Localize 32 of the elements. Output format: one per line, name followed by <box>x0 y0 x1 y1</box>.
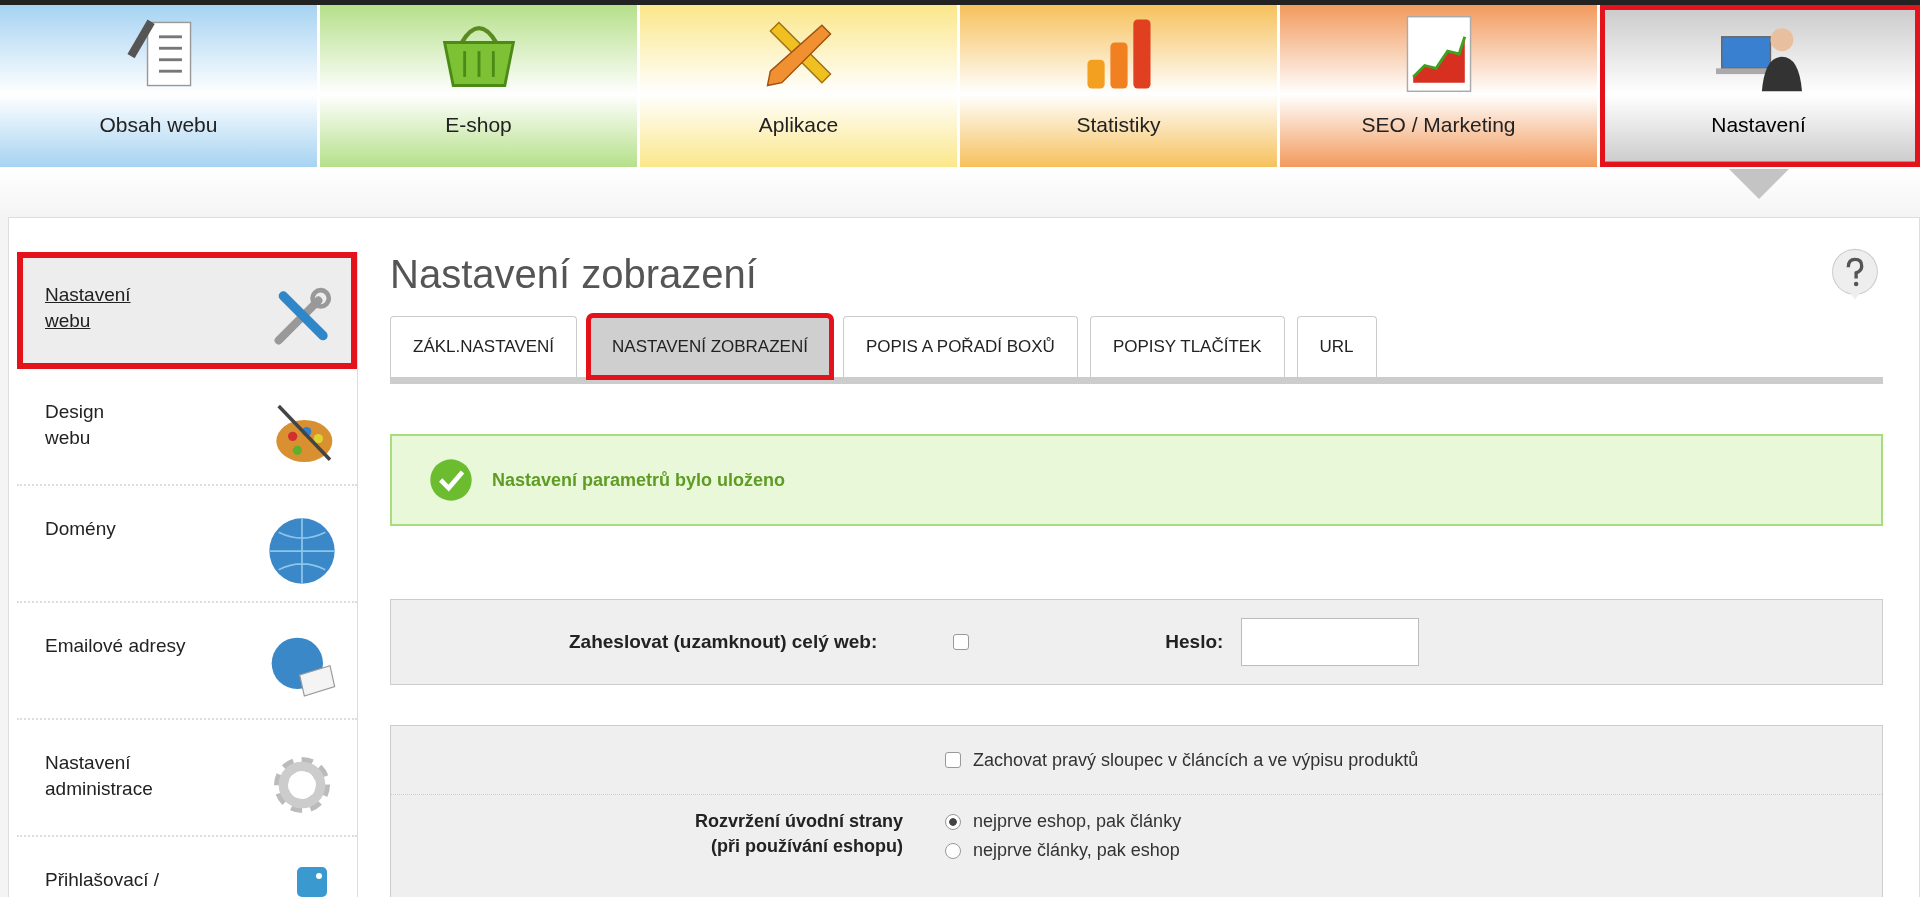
sidebar-item[interactable]: Nastavení administrace <box>17 720 357 837</box>
tab[interactable]: NASTAVENÍ ZOBRAZENÍ <box>589 316 831 377</box>
sidebar-item[interactable]: Domény <box>17 486 357 603</box>
password-field[interactable] <box>1241 618 1420 666</box>
sidebar-item[interactable]: Přihlašovací / <box>17 837 357 897</box>
main-nav-tab[interactable]: E-shop <box>320 5 640 167</box>
keep-column-label: Zachovat pravý sloupec v článcích a ve výpisu produktů <box>973 749 1419 771</box>
tab[interactable]: URL <box>1296 316 1377 377</box>
sidebar-item[interactable]: Emailové adresy <box>17 603 357 720</box>
sidebar-item[interactable]: Nastavení webu <box>17 252 357 369</box>
lock-label: Zaheslovat (uzamknout) celý web: <box>569 631 878 653</box>
lock-checkbox[interactable] <box>953 634 970 650</box>
homepage-layout-label: Rozvržení úvodní strany (při používání eshopu) <box>693 810 903 858</box>
alert-message: Nastavení parametrů bylo uloženo <box>492 469 786 491</box>
main-nav-tab[interactable]: Statistiky <box>960 5 1280 167</box>
radio-button[interactable] <box>945 842 961 859</box>
keep-column-checkbox[interactable] <box>945 752 961 768</box>
check-circle-icon <box>428 457 474 503</box>
sidebar-item[interactable]: Design webu <box>17 369 357 486</box>
radio-button[interactable] <box>945 813 961 830</box>
tab[interactable]: POPIS A POŘADÍ BOXŮ <box>842 316 1078 377</box>
tab[interactable]: ZÁKL.NASTAVENÍ <box>390 316 578 377</box>
password-label: Heslo: <box>1165 631 1224 653</box>
page-title: Nastavení zobrazení <box>390 251 757 297</box>
main-nav-tab[interactable]: SEO / Marketing <box>1280 5 1600 167</box>
globe-icon <box>267 516 337 586</box>
radio-label: nejprve eshop, pak články <box>973 811 1182 832</box>
main-nav-tab[interactable]: Aplikace <box>640 5 960 167</box>
main-nav-tab[interactable]: Obsah webu <box>0 5 320 167</box>
radio-label: nejprve články, pak eshop <box>973 840 1180 861</box>
pointer-arrow-icon <box>1728 169 1789 199</box>
tab[interactable]: POPISY TLAČÍTEK <box>1089 316 1285 377</box>
